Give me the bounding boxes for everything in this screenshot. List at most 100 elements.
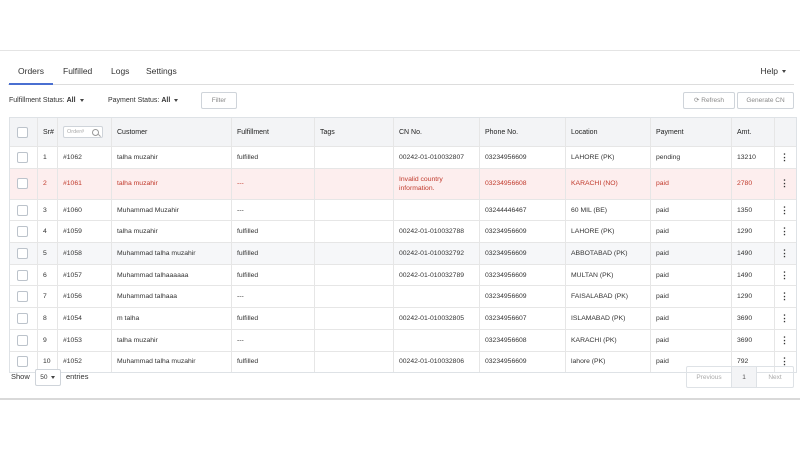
cell-location: lahore (PK)	[565, 351, 650, 373]
table-row[interactable]: 2 #1061 talha muzahir --- Invalid country in…	[10, 167, 796, 199]
cell-phone: 03244446467	[479, 199, 565, 221]
row-checkbox[interactable]	[17, 356, 28, 368]
more-vertical-icon[interactable]: ⋮	[780, 270, 789, 281]
table-row[interactable]: 4 #1059 talha muzahir fulfilled 00242-01-010…	[10, 220, 796, 243]
cell-payment: paid	[650, 199, 731, 221]
order-search-input[interactable]: Order#	[63, 126, 103, 138]
filter-button[interactable]: Filter	[201, 92, 237, 109]
header-sr[interactable]: Sr#	[37, 118, 57, 146]
refresh-button[interactable]: ⟳ Refresh	[683, 92, 735, 109]
table-row[interactable]: 6 #1057 Muhammad talhaaaaaa fulfilled 00242-…	[10, 263, 796, 286]
payment-status-filter[interactable]: Payment Status: All	[108, 97, 179, 104]
table-row[interactable]: 10 #1052 Muhammad talha muzahir fulfilled 00…	[10, 350, 796, 373]
more-vertical-icon[interactable]: ⋮	[780, 313, 789, 324]
more-vertical-icon[interactable]: ⋮	[780, 178, 789, 189]
row-checkbox[interactable]	[17, 204, 28, 216]
order-search-cell: Order#	[57, 118, 111, 146]
cell-sr: 8	[37, 308, 57, 329]
generate-cn-button[interactable]: Generate CN	[737, 92, 794, 109]
cell-customer: talha muzahir	[111, 147, 231, 168]
row-checkbox[interactable]	[17, 312, 28, 324]
cell-order[interactable]: #1060	[57, 199, 111, 221]
cell-order[interactable]: #1062	[57, 147, 111, 168]
cell-order[interactable]: #1054	[57, 308, 111, 329]
cell-customer: talha muzahir	[111, 168, 231, 199]
header-phone-no[interactable]: Phone No.	[479, 118, 565, 146]
cell-amt: 2780	[731, 168, 774, 199]
cell-customer: Muhammad Muzahir	[111, 199, 231, 221]
table-row[interactable]: 1 #1062 talha muzahir fulfilled 00242-01-010…	[10, 146, 796, 168]
next-page-button[interactable]: Next	[756, 367, 793, 387]
more-vertical-icon[interactable]: ⋮	[780, 205, 789, 216]
table-row[interactable]: 8 #1054 m talha fulfilled 00242-01-010032805…	[10, 307, 796, 329]
fulfillment-status-label: Fulfillment Status:	[9, 97, 65, 104]
cell-tags	[314, 221, 393, 243]
row-checkbox[interactable]	[17, 226, 28, 238]
bottom-divider	[0, 398, 800, 400]
cell-location: KARACHI (PK)	[565, 329, 650, 351]
cell-cn	[393, 199, 479, 221]
tab-orders[interactable]: Orders	[9, 66, 53, 85]
header-cn-no[interactable]: CN No.	[393, 118, 479, 146]
row-checkbox[interactable]	[17, 291, 28, 303]
select-all-checkbox[interactable]	[17, 126, 28, 138]
more-vertical-icon[interactable]: ⋮	[780, 248, 789, 259]
cell-location: ISLAMABAD (PK)	[565, 308, 650, 329]
cell-customer: m talha	[111, 308, 231, 329]
cell-location: MULTAN (PK)	[565, 264, 650, 286]
header-location[interactable]: Location	[565, 118, 650, 146]
header-payment[interactable]: Payment	[650, 118, 731, 146]
row-checkbox[interactable]	[17, 151, 28, 163]
row-checkbox[interactable]	[17, 247, 28, 259]
row-actions-cell: ⋮	[774, 147, 796, 168]
table-row[interactable]: 3 #1060 Muhammad Muzahir --- 03244446467 60 M…	[10, 198, 796, 221]
cell-cn: 00242-01-010032806	[393, 351, 479, 373]
cell-fulfillment: ---	[231, 286, 314, 308]
more-vertical-icon[interactable]: ⋮	[780, 226, 789, 237]
tab-fulfilled[interactable]: Fulfilled	[63, 66, 92, 76]
cell-cn: 00242-01-010032788	[393, 221, 479, 243]
help-menu[interactable]: Help	[761, 66, 786, 76]
table-row[interactable]: 5 #1058 Muhammad talha muzahir fulfilled 002…	[10, 242, 796, 264]
chevron-down-icon	[51, 375, 56, 379]
more-vertical-icon[interactable]: ⋮	[780, 335, 789, 346]
cell-order[interactable]: #1056	[57, 286, 111, 308]
row-checkbox[interactable]	[17, 334, 28, 346]
row-actions-cell: ⋮	[774, 243, 796, 264]
more-vertical-icon[interactable]: ⋮	[780, 291, 789, 302]
page-size-select[interactable]: 50	[34, 369, 61, 386]
header-customer[interactable]: Customer	[111, 118, 231, 146]
fulfillment-status-filter[interactable]: Fulfillment Status: All	[9, 97, 84, 104]
row-checkbox[interactable]	[17, 269, 28, 281]
cell-payment: paid	[650, 221, 731, 243]
cell-tags	[314, 147, 393, 168]
cell-amt: 1350	[731, 199, 774, 221]
cell-order[interactable]: #1057	[57, 264, 111, 286]
cell-customer: Muhammad talha muzahir	[111, 351, 231, 373]
entries-label: entries	[65, 372, 89, 381]
cell-location: LAHORE (PK)	[565, 147, 650, 168]
row-checkbox[interactable]	[17, 178, 28, 190]
header-tags[interactable]: Tags	[314, 118, 393, 146]
header-amt[interactable]: Amt.	[731, 118, 774, 146]
cell-amt: 13210	[731, 147, 774, 168]
tab-settings[interactable]: Settings	[146, 66, 177, 76]
cell-fulfillment: fulfilled	[231, 221, 314, 243]
page-1-button[interactable]: 1	[731, 367, 756, 387]
table-row[interactable]: 9 #1053 talha muzahir --- 03234956608 KARACHI…	[10, 328, 796, 351]
cell-tags	[314, 199, 393, 221]
tab-logs[interactable]: Logs	[111, 66, 129, 76]
table-row[interactable]: 7 #1056 Muhammad talhaaa --- 03234956609 FAIS…	[10, 285, 796, 308]
header-fulfillment[interactable]: Fulfillment	[231, 118, 314, 146]
cell-order[interactable]: #1058	[57, 243, 111, 264]
cell-order[interactable]: #1053	[57, 329, 111, 351]
header-actions	[774, 118, 796, 146]
previous-page-button[interactable]: Previous	[687, 367, 731, 387]
page-size-control: Show 50 entries	[11, 369, 88, 386]
chevron-down-icon	[79, 98, 84, 102]
cell-order[interactable]: #1059	[57, 221, 111, 243]
more-vertical-icon[interactable]: ⋮	[780, 152, 789, 163]
pagination: Previous 1 Next	[686, 366, 794, 388]
cell-order[interactable]: #1061	[57, 168, 111, 199]
cell-fulfillment: ---	[231, 329, 314, 351]
